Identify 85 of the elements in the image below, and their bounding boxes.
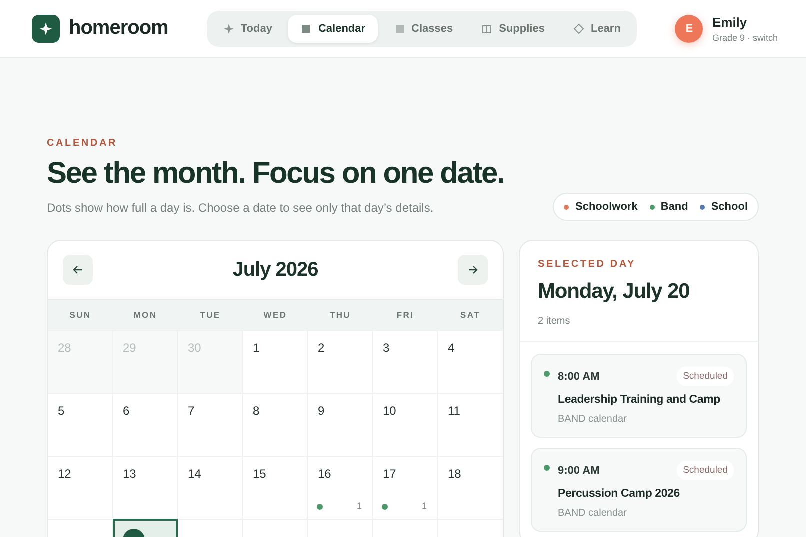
- logo-icon: [32, 14, 60, 42]
- tab-icon: [394, 22, 406, 34]
- day-number: 2: [318, 341, 325, 355]
- weekday-header: TUE: [178, 299, 243, 330]
- day-number: 29: [123, 341, 136, 355]
- panel-eyebrow: SELECTED DAY: [538, 259, 637, 270]
- item-count: 2 items: [538, 316, 572, 327]
- day-number: 12: [58, 467, 72, 481]
- day-number: 13: [123, 467, 136, 481]
- day-cell[interactable]: 7: [178, 393, 243, 456]
- event-time: 8:00 AM: [558, 370, 600, 382]
- nav-tab[interactable]: Supplies: [469, 14, 557, 42]
- event-source: BAND calendar: [558, 414, 628, 425]
- event-time: 9:00 AM: [558, 464, 600, 476]
- day-cell[interactable]: 2: [308, 330, 373, 393]
- weekday-header: SAT: [438, 299, 503, 330]
- right-arrow-icon: [466, 264, 479, 276]
- day-cell[interactable]: 14: [178, 456, 243, 519]
- weekday-header: FRI: [373, 299, 438, 330]
- day-number: 30: [188, 341, 202, 355]
- day-number: 11: [448, 404, 460, 418]
- page-heading: See the month. Focus on one date.: [47, 157, 506, 191]
- day-cell[interactable]: 15: [243, 456, 308, 519]
- day-number: 10: [383, 404, 396, 418]
- day-number: 16: [318, 467, 332, 481]
- status-badge: Scheduled: [677, 461, 734, 480]
- weekday-header: MON: [113, 299, 178, 330]
- user-detail[interactable]: Grade 9 · switch: [712, 32, 778, 42]
- month-title: July 2026: [232, 258, 318, 282]
- selected-day-title: Monday, July 20: [538, 280, 691, 304]
- nav-tab[interactable]: Calendar: [288, 14, 378, 42]
- event-title: Percussion Camp 2026: [558, 488, 681, 500]
- day-number: 28: [58, 341, 72, 355]
- day-cell[interactable]: 10: [373, 393, 438, 456]
- day-number: 5: [58, 404, 65, 418]
- section-eyebrow: CALENDAR: [47, 138, 119, 149]
- page-subheading: Dots show how full a day is. Choose a date to see only that day’s details.: [47, 201, 434, 215]
- day-cell[interactable]: 8: [243, 393, 308, 456]
- tab-icon: [300, 22, 312, 34]
- tab-icon: [481, 22, 494, 34]
- event-card[interactable]: 9:00 AM Scheduled Percussion Camp 2026 BAND calendar: [531, 448, 747, 532]
- event-source: BAND calendar: [558, 508, 628, 519]
- nav-tab[interactable]: Classes: [382, 14, 466, 42]
- user-name: Emily: [712, 14, 748, 30]
- day-cell[interactable]: 3: [373, 330, 438, 393]
- day-number: 1: [253, 341, 260, 355]
- day-number: 14: [188, 467, 202, 481]
- day-cell[interactable]: 9: [308, 393, 373, 456]
- legend-label: School: [711, 201, 748, 213]
- day-number: 15: [253, 467, 266, 481]
- weekday-header: SUN: [48, 299, 113, 330]
- day-cell[interactable]: 5: [48, 393, 113, 456]
- day-cell[interactable]: 11: [438, 393, 503, 456]
- day-number: 18: [448, 467, 462, 481]
- legend-label: Schoolwork: [575, 201, 638, 213]
- legend-label: Band: [660, 201, 688, 213]
- day-number: 9: [318, 404, 325, 418]
- left-arrow-icon: [72, 264, 84, 276]
- event-count: 1: [422, 501, 427, 511]
- day-cell[interactable]: 6: [113, 393, 178, 456]
- day-number: 7: [188, 404, 195, 418]
- nav-tab[interactable]: Learn: [560, 14, 633, 42]
- day-cell[interactable]: 16 1: [308, 456, 373, 519]
- day-number: 8: [253, 404, 260, 418]
- weekday-header: THU: [308, 299, 373, 330]
- event-title: Leadership Training and Camp: [558, 394, 722, 406]
- day-number: 17: [383, 467, 396, 481]
- next-month-button[interactable]: [458, 255, 488, 285]
- event-card[interactable]: 8:00 AM Scheduled Leadership Training and Camp BAND calendar: [531, 354, 747, 438]
- weekday-header: WED: [243, 299, 308, 330]
- day-cell[interactable]: 17 1: [373, 456, 438, 519]
- brand-name: homeroom: [69, 17, 168, 40]
- tab-icon: [572, 22, 585, 34]
- day-number: 4: [448, 341, 455, 355]
- day-number: 3: [383, 341, 390, 355]
- day-number: 6: [123, 404, 130, 418]
- nav-tab[interactable]: Today: [210, 14, 284, 42]
- day-cell[interactable]: 4: [438, 330, 503, 393]
- tab-icon: [222, 22, 235, 34]
- day-cell[interactable]: 18: [438, 456, 503, 519]
- event-count: 1: [356, 501, 362, 511]
- day-cell[interactable]: 12: [48, 456, 113, 519]
- day-cell[interactable]: 1: [243, 330, 308, 393]
- previous-month-button[interactable]: [63, 255, 93, 285]
- status-badge: Scheduled: [677, 367, 734, 386]
